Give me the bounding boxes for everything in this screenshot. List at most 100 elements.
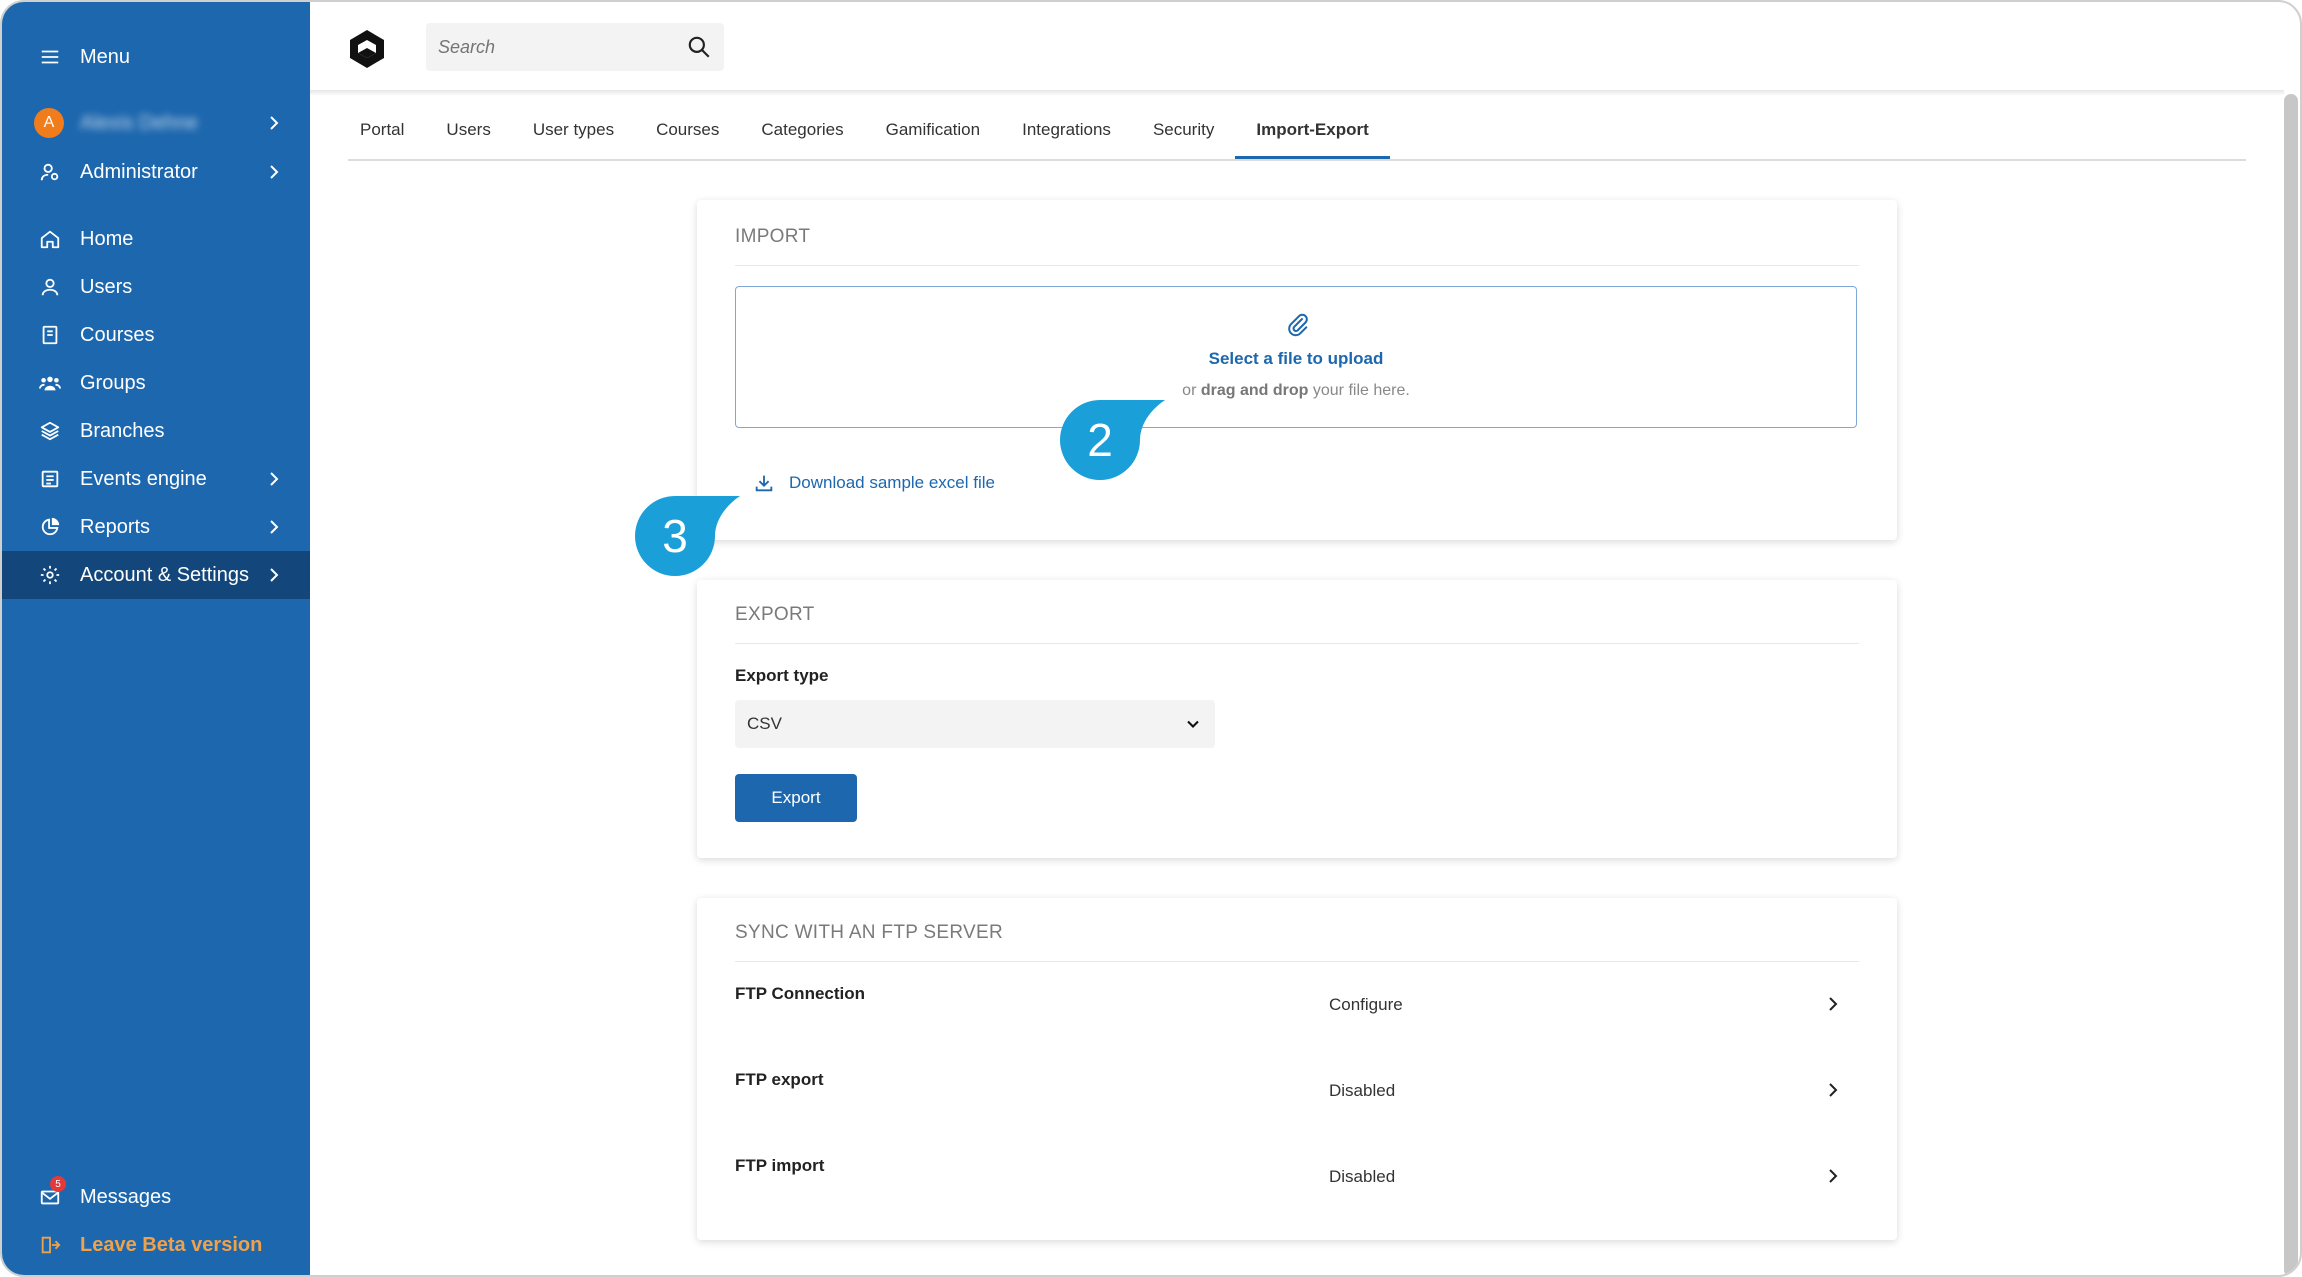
ftp-row-label: FTP Connection [735, 984, 866, 1003]
export-title: EXPORT [735, 604, 815, 625]
sidebar-item-label: Account & Settings [80, 563, 249, 586]
tab-user-types[interactable]: User types [512, 112, 635, 160]
avatar: A [34, 108, 64, 138]
sidebar-item-messages[interactable]: 5 Messages [2, 1173, 310, 1221]
sidebar-item-label: Groups [80, 371, 146, 394]
chevron-down-icon [1187, 720, 1199, 728]
role-label: Administrator [80, 160, 198, 183]
tab-portal[interactable]: Portal [348, 112, 425, 160]
import-title: IMPORT [735, 226, 811, 247]
sidebar-item-label: Users [80, 275, 133, 298]
sidebar-item-users[interactable]: Users [2, 263, 310, 311]
logo-icon[interactable] [346, 28, 388, 70]
export-button[interactable]: Export [735, 774, 857, 822]
sidebar-item-label: Courses [80, 323, 155, 346]
callout-3: 3 [635, 496, 745, 606]
user-name: Alexis Dehne [80, 111, 198, 134]
drag-drop-hint: or drag and drop your file here. [1182, 382, 1410, 399]
hamburger-icon [38, 45, 62, 69]
search-icon[interactable] [686, 34, 712, 60]
sidebar: Menu A Alexis Dehne Administrator Home U… [2, 2, 310, 1275]
ftp-row-value: Disabled [1329, 1081, 1396, 1100]
ftp-title: SYNC WITH AN FTP SERVER [735, 922, 1004, 943]
callout-2: 2 [1060, 400, 1170, 510]
search-input[interactable] [438, 36, 686, 58]
file-dropzone[interactable]: Select a file to upload or drag and drop… [735, 286, 1857, 428]
ftp-card: SYNC WITH AN FTP SERVER FTP Connection C… [697, 898, 1897, 1240]
chevron-right-icon [270, 116, 279, 130]
chevron-right-icon [270, 472, 279, 486]
user-icon [38, 275, 62, 299]
book-icon [38, 323, 62, 347]
sidebar-user[interactable]: A Alexis Dehne [2, 99, 310, 147]
exit-icon [38, 1233, 62, 1257]
ftp-row-value: Disabled [1329, 1167, 1396, 1186]
chevron-right-icon [1829, 1083, 1838, 1097]
tab-courses[interactable]: Courses [635, 112, 740, 160]
paperclip-icon [1288, 313, 1308, 337]
ftp-connection-row[interactable]: FTP Connection Configure [697, 984, 1897, 1070]
sidebar-item-home[interactable]: Home [2, 215, 310, 263]
groups-icon [38, 371, 62, 395]
divider [735, 961, 1859, 962]
menu-toggle[interactable]: Menu [2, 33, 310, 81]
export-type-value: CSV [747, 714, 782, 733]
sidebar-item-groups[interactable]: Groups [2, 359, 310, 407]
download-sample-label: Download sample excel file [789, 473, 995, 492]
ftp-export-row[interactable]: FTP export Disabled [697, 1070, 1897, 1156]
chevron-right-icon [270, 165, 279, 179]
sidebar-item-label: Messages [80, 1185, 172, 1208]
chevron-right-icon [270, 520, 279, 534]
sidebar-item-events-engine[interactable]: Events engine [2, 455, 310, 503]
tabs-divider [348, 159, 2246, 161]
tab-gamification[interactable]: Gamification [865, 112, 1001, 160]
chevron-right-icon [1829, 1169, 1838, 1183]
import-card: IMPORT Select a file to upload or drag a… [697, 200, 1897, 540]
download-sample-link[interactable]: Download sample excel file [753, 472, 995, 494]
tab-categories[interactable]: Categories [740, 112, 864, 160]
gear-icon [38, 563, 62, 587]
sidebar-item-branches[interactable]: Branches [2, 407, 310, 455]
tab-security[interactable]: Security [1132, 112, 1235, 160]
sidebar-item-label: Home [80, 227, 134, 250]
ftp-import-row[interactable]: FTP import Disabled [697, 1156, 1897, 1242]
tab-integrations[interactable]: Integrations [1001, 112, 1132, 160]
select-file-link[interactable]: Select a file to upload [736, 349, 1856, 369]
divider [735, 265, 1859, 266]
export-type-select[interactable]: CSV [735, 700, 1215, 748]
sidebar-item-courses[interactable]: Courses [2, 311, 310, 359]
messages-badge: 5 [50, 1176, 66, 1192]
callout-number: 2 [1087, 414, 1113, 466]
header-divider [310, 90, 2284, 96]
app-window: Menu A Alexis Dehne Administrator Home U… [0, 0, 2302, 1277]
tab-users[interactable]: Users [425, 112, 511, 160]
sidebar-item-label: Branches [80, 419, 165, 442]
export-card: EXPORT Export type CSV Export [697, 580, 1897, 858]
divider [735, 643, 1859, 644]
callout-number: 3 [662, 510, 688, 562]
mail-icon: 5 [38, 1176, 66, 1209]
user-settings-icon [38, 160, 62, 184]
chevron-right-icon [1829, 997, 1838, 1011]
sidebar-item-label: Events engine [80, 467, 207, 490]
ftp-row-label: FTP export [735, 1070, 824, 1089]
leave-beta-link[interactable]: Leave Beta version [2, 1221, 310, 1269]
home-icon [38, 227, 62, 251]
export-type-label: Export type [735, 666, 829, 685]
sidebar-role[interactable]: Administrator [2, 148, 310, 196]
chevron-right-icon [270, 568, 279, 582]
download-icon [755, 475, 773, 492]
events-icon [38, 467, 62, 491]
settings-tabs: Portal Users User types Courses Categori… [348, 112, 1390, 160]
sidebar-item-reports[interactable]: Reports [2, 503, 310, 551]
sidebar-item-account-settings[interactable]: Account & Settings [2, 551, 310, 599]
pie-chart-icon [38, 515, 62, 539]
ftp-row-label: FTP import [735, 1156, 825, 1175]
search-box[interactable] [426, 23, 724, 71]
tab-import-export[interactable]: Import-Export [1235, 112, 1390, 160]
leave-beta-label: Leave Beta version [80, 1233, 263, 1256]
scrollbar[interactable] [2284, 94, 2298, 1275]
layers-icon [38, 419, 62, 443]
menu-label: Menu [80, 45, 131, 68]
ftp-row-value: Configure [1329, 995, 1403, 1014]
